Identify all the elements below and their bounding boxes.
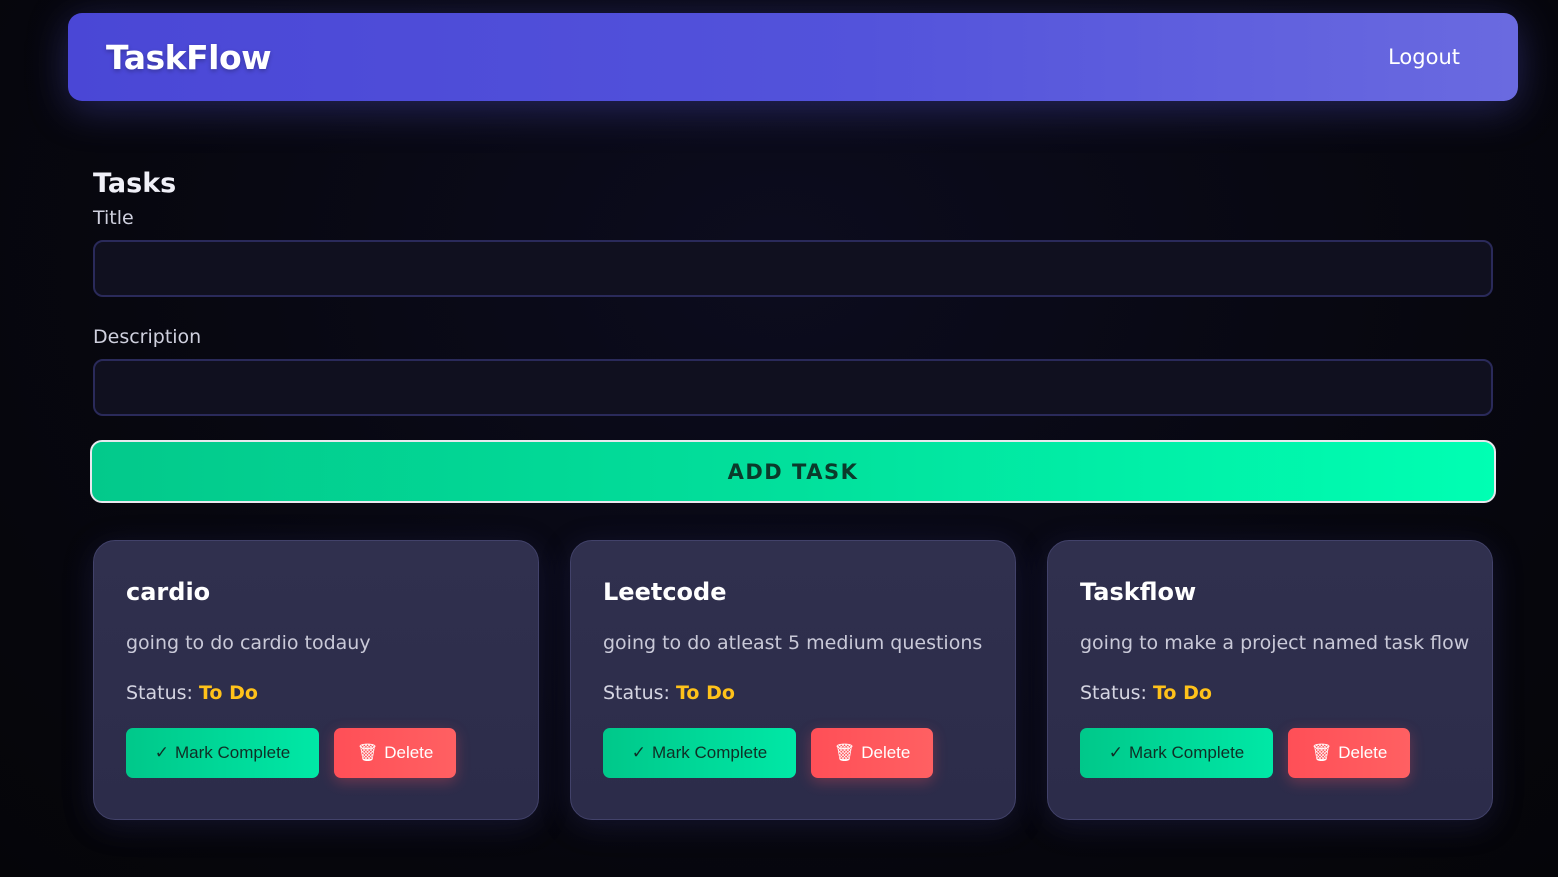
status-label: Status:	[603, 682, 670, 704]
delete-label: Delete	[861, 743, 911, 762]
delete-label: Delete	[1338, 743, 1388, 762]
task-status: Status: To Do	[126, 682, 258, 704]
trash-icon: 🗑	[356, 743, 379, 762]
add-task-button[interactable]: ADD TASK	[90, 440, 1496, 503]
delete-button[interactable]: 🗑 Delete	[811, 728, 933, 778]
mark-complete-label: Mark Complete	[651, 743, 768, 762]
checkmark-icon: ✓	[154, 743, 169, 762]
task-title: cardio	[126, 578, 211, 606]
task-description: going to make a project named task flow	[1080, 632, 1470, 654]
mark-complete-button[interactable]: ✓ Mark Complete	[1080, 728, 1273, 778]
task-title: Leetcode	[603, 578, 727, 606]
mark-complete-button[interactable]: ✓ Mark Complete	[126, 728, 319, 778]
status-badge: To Do	[199, 682, 258, 704]
trash-icon: 🗑	[1310, 743, 1333, 762]
logout-link[interactable]: Logout	[1388, 45, 1460, 69]
delete-button[interactable]: 🗑 Delete	[1288, 728, 1410, 778]
task-card: Taskflow going to make a project named t…	[1047, 540, 1493, 820]
title-input[interactable]	[93, 240, 1493, 297]
status-badge: To Do	[676, 682, 735, 704]
delete-button[interactable]: 🗑 Delete	[334, 728, 456, 778]
task-title: Taskflow	[1080, 578, 1197, 606]
task-status: Status: To Do	[603, 682, 735, 704]
task-status: Status: To Do	[1080, 682, 1212, 704]
description-label: Description	[93, 326, 202, 348]
status-label: Status:	[126, 682, 193, 704]
task-description: going to do cardio todauy	[126, 632, 371, 654]
task-card: cardio going to do cardio todauy Status:…	[93, 540, 539, 820]
trash-icon: 🗑	[833, 743, 856, 762]
mark-complete-button[interactable]: ✓ Mark Complete	[603, 728, 796, 778]
title-label: Title	[93, 207, 134, 229]
mark-complete-label: Mark Complete	[174, 743, 291, 762]
app-brand[interactable]: TaskFlow	[106, 38, 272, 77]
mark-complete-label: Mark Complete	[1128, 743, 1245, 762]
status-badge: To Do	[1153, 682, 1212, 704]
description-input[interactable]	[93, 359, 1493, 416]
delete-label: Delete	[384, 743, 434, 762]
checkmark-icon: ✓	[1108, 743, 1123, 762]
task-card: Leetcode going to do atleast 5 medium qu…	[570, 540, 1016, 820]
task-description: going to do atleast 5 medium questions	[603, 632, 983, 654]
checkmark-icon: ✓	[631, 743, 646, 762]
page-title: Tasks	[93, 168, 177, 199]
status-label: Status:	[1080, 682, 1147, 704]
navbar: TaskFlow Logout	[68, 13, 1518, 101]
